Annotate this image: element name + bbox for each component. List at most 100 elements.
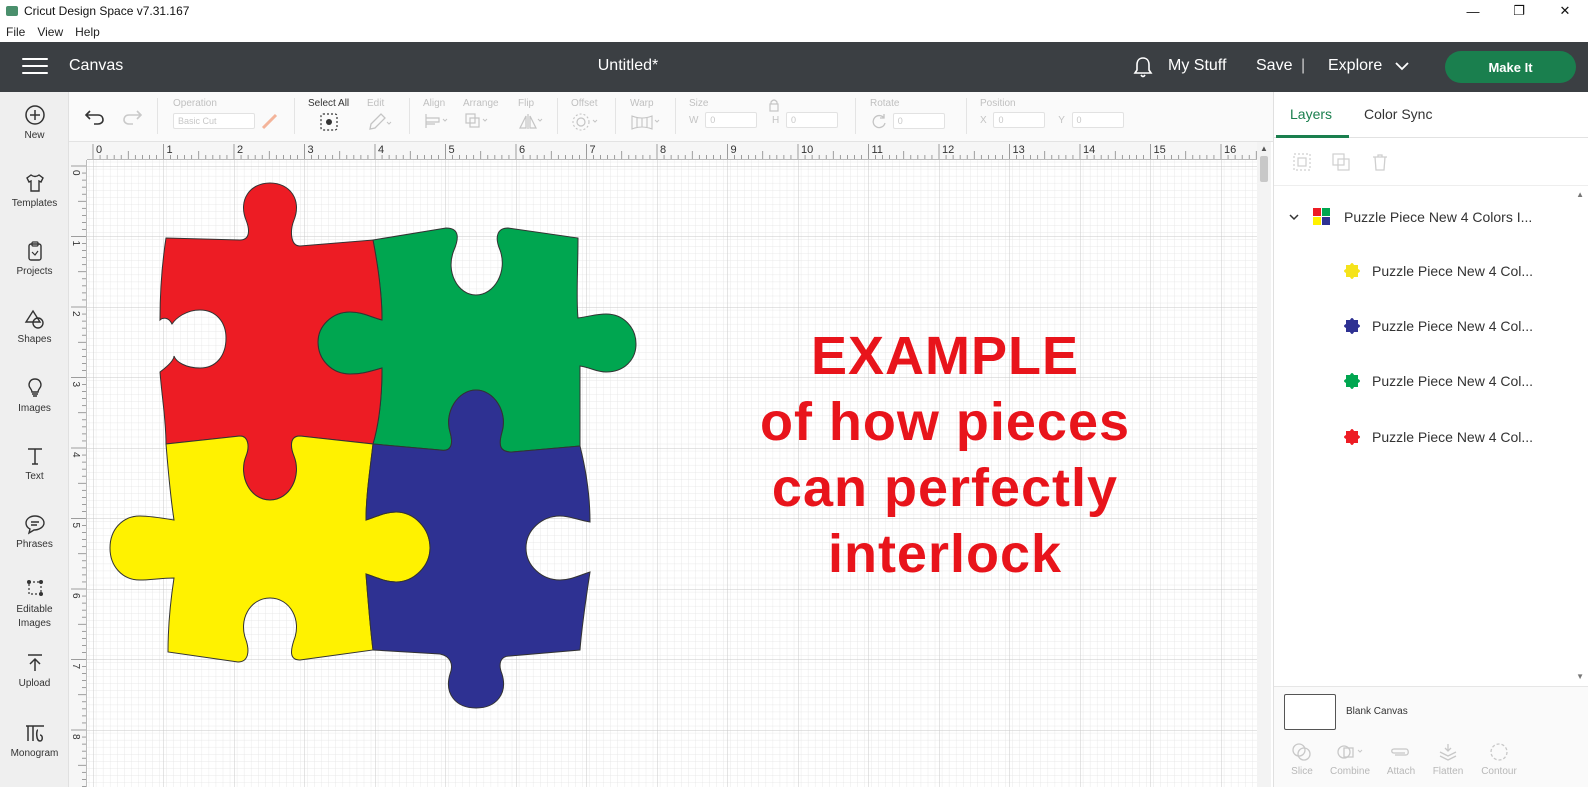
contour-icon — [1490, 743, 1508, 761]
flip-label: Flip — [518, 98, 535, 109]
align-label: Align — [423, 98, 446, 109]
warp-group[interactable]: Warp — [630, 98, 662, 135]
sidebar-item-text[interactable]: Text — [0, 445, 69, 482]
height-label: H — [772, 115, 780, 126]
trash-icon[interactable] — [1370, 152, 1390, 172]
header-separator: | — [1301, 57, 1306, 74]
app-header: Canvas Untitled* My Stuff Save | Explore… — [0, 42, 1588, 92]
select-all-label: Select All — [308, 98, 350, 109]
arrange-group[interactable]: Arrange — [463, 98, 499, 133]
tab-layers[interactable]: Layers — [1290, 106, 1332, 122]
combine-label: Combine — [1329, 766, 1371, 777]
warp-label: Warp — [630, 98, 654, 109]
rotate-label: Rotate — [870, 98, 900, 109]
sidebar-item-shapes[interactable]: Shapes — [0, 308, 69, 345]
height-input[interactable]: 0 — [786, 112, 839, 128]
ruler-left: 0 1 2 3 4 5 6 7 8 — [69, 142, 87, 787]
make-it-button[interactable]: Make It — [1445, 51, 1576, 83]
blank-canvas-row[interactable]: Blank Canvas — [1274, 686, 1588, 736]
ruler-top-label: 8 — [660, 144, 666, 156]
explore-dropdown[interactable]: Explore — [1328, 57, 1382, 75]
sidebar-item-label: Phrases — [16, 539, 53, 550]
window-controls: — ❐ ✕ — [1450, 0, 1588, 22]
group-icon[interactable] — [1292, 152, 1312, 172]
offset-group[interactable]: Offset — [571, 98, 603, 135]
example-caption[interactable]: EXAMPLE of how pieces can perfectly inte… — [700, 323, 1190, 587]
layers-panel: Layers Color Sync Puzzle Piece New 4 Col… — [1273, 92, 1588, 787]
sidebar-item-upload[interactable]: Upload — [0, 652, 69, 689]
ruler-left-label: 1 — [70, 241, 81, 247]
operation-select[interactable]: Basic Cut — [173, 112, 255, 129]
sidebar-item-monogram[interactable]: Monogram — [0, 722, 69, 759]
sidebar-item-editable-images[interactable]: Editable Images — [0, 577, 69, 631]
canvas-scrollbar[interactable]: ▲ — [1257, 142, 1271, 787]
my-stuff-link[interactable]: My Stuff — [1168, 57, 1226, 75]
flatten-button[interactable]: Flatten — [1423, 742, 1473, 777]
panel-scroll-up-icon[interactable]: ▲ — [1576, 190, 1584, 199]
select-all-group[interactable]: Select All — [308, 98, 349, 135]
sidebar-item-images[interactable]: Images — [0, 377, 69, 414]
ruler-top-label: 4 — [378, 144, 384, 156]
bottom-tools: Slice Combine Attach Flatten Contour — [1274, 736, 1588, 787]
blank-canvas-swatch[interactable] — [1284, 694, 1336, 730]
sidebar-item-new[interactable]: New — [0, 104, 69, 141]
upload-icon — [27, 654, 42, 671]
save-button[interactable]: Save — [1256, 57, 1292, 75]
undo-icon[interactable] — [84, 108, 106, 126]
position-label: Position — [980, 98, 1016, 109]
rotate-icon — [872, 114, 886, 129]
sidebar-item-phrases[interactable]: Phrases — [0, 513, 69, 550]
pen-color-icon[interactable] — [260, 112, 280, 130]
close-button[interactable]: ✕ — [1542, 0, 1588, 22]
bell-icon[interactable] — [1133, 56, 1153, 78]
sidebar-item-label: Upload — [18, 678, 51, 689]
scroll-up-arrow-icon[interactable]: ▲ — [1260, 144, 1268, 153]
sidebar-item-label: New — [24, 130, 45, 141]
sidebar-item-templates[interactable]: Templates — [0, 172, 69, 209]
lock-icon[interactable] — [768, 98, 780, 112]
y-input[interactable]: 0 — [1071, 112, 1124, 128]
tab-color-sync[interactable]: Color Sync — [1364, 106, 1432, 122]
rotate-input[interactable]: 0 — [892, 112, 945, 129]
text-icon — [27, 448, 42, 465]
redo-icon[interactable] — [121, 108, 143, 126]
slice-button[interactable]: Slice — [1277, 742, 1327, 777]
sidebar-item-label: Monogram — [10, 748, 59, 759]
warp-icon — [631, 115, 660, 130]
combine-button[interactable]: Combine — [1325, 742, 1375, 777]
layer-group-row[interactable]: Puzzle Piece New 4 Colors I... — [1274, 199, 1574, 235]
menu-view[interactable]: View — [37, 25, 63, 39]
arrange-label: Arrange — [463, 98, 499, 109]
chevron-down-icon[interactable] — [1288, 211, 1300, 223]
menu-help[interactable]: Help — [75, 25, 100, 39]
design-canvas[interactable]: EXAMPLE of how pieces can perfectly inte… — [69, 142, 1257, 787]
menu-file[interactable]: File — [6, 25, 25, 39]
chevron-down-icon[interactable] — [1394, 58, 1410, 74]
duplicate-icon[interactable] — [1331, 152, 1351, 172]
ruler-top-label: 11 — [872, 144, 883, 156]
scrollbar-thumb[interactable] — [1260, 156, 1268, 182]
layer-row[interactable]: Puzzle Piece New 4 Col... — [1274, 308, 1574, 344]
sidebar-item-projects[interactable]: Projects — [0, 240, 69, 277]
clipboard-icon — [27, 241, 42, 261]
ruler-corner — [69, 142, 87, 160]
maximize-button[interactable]: ❐ — [1496, 0, 1542, 22]
position-group: Position X 0 Y 0 — [980, 98, 1130, 128]
panel-scroll-down-icon[interactable]: ▼ — [1576, 672, 1584, 681]
minimize-button[interactable]: — — [1450, 0, 1496, 22]
layer-row[interactable]: Puzzle Piece New 4 Col... — [1274, 419, 1574, 455]
width-input[interactable]: 0 — [705, 112, 758, 128]
contour-button[interactable]: Contour — [1474, 742, 1524, 777]
layer-row[interactable]: Puzzle Piece New 4 Col... — [1274, 253, 1574, 289]
width-label: W — [689, 115, 699, 126]
attach-button[interactable]: Attach — [1376, 742, 1426, 777]
edit-group[interactable]: Edit — [367, 98, 393, 135]
layer-row[interactable]: Puzzle Piece New 4 Col... — [1274, 363, 1574, 399]
align-group[interactable]: Align — [423, 98, 453, 133]
select-all-icon — [320, 113, 338, 131]
edit-toolbar: Operation Basic Cut Select All Edit Alig… — [69, 92, 1274, 142]
puzzle-thumbnail-icon — [1313, 208, 1330, 225]
flip-group[interactable]: Flip — [518, 98, 548, 133]
x-input[interactable]: 0 — [993, 112, 1046, 128]
edit-label: Edit — [367, 98, 385, 109]
